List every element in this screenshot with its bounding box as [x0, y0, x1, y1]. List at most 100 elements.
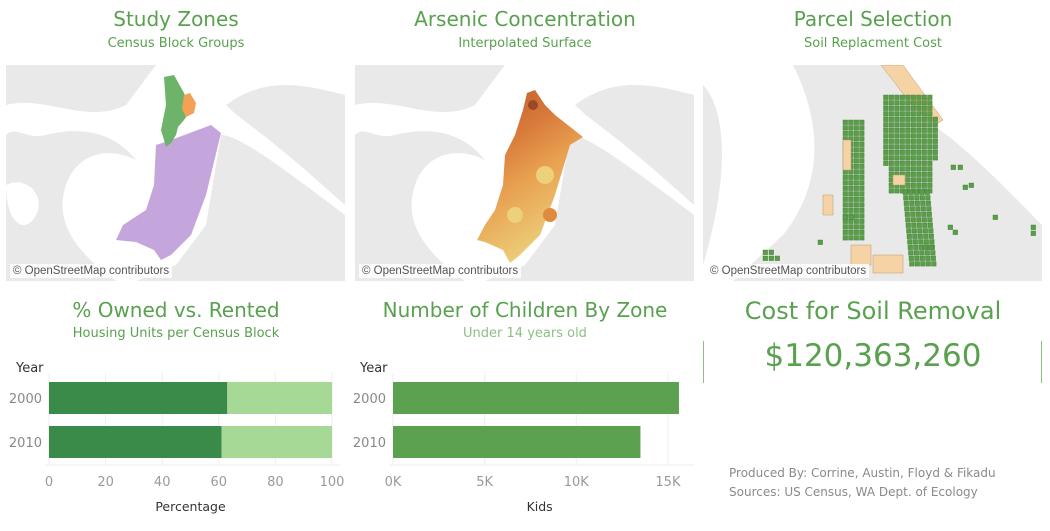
parcel-cell: [916, 171, 922, 177]
arsenic-map-canvas: [355, 65, 694, 281]
parcel-cell: [853, 130, 859, 136]
parcel-cell: [899, 155, 905, 161]
parcel-cell: [957, 164, 963, 170]
parcel-cell: [905, 155, 911, 161]
parcel-cell: [919, 189, 925, 195]
arsenic-patch: [536, 166, 554, 184]
parcel-cell: [921, 111, 927, 117]
map-attribution[interactable]: © OpenStreetMap contributors: [359, 264, 522, 278]
parcel-cell: [932, 144, 938, 150]
parcel-cell: [888, 94, 894, 100]
parcel-cell: [859, 229, 865, 235]
parcel-cell: [905, 149, 911, 155]
parcel-cell: [916, 116, 922, 122]
parcel-cell: [899, 116, 905, 122]
parcel-cell: [918, 239, 924, 245]
parcel-cell: [842, 214, 848, 220]
parcel-cell: [931, 261, 937, 267]
parcel-cell: [932, 138, 938, 144]
parcel-cell: [916, 94, 922, 100]
parcel-cell: [848, 214, 854, 220]
parcel-cell: [853, 202, 859, 208]
parcel-cell: [859, 147, 865, 153]
parcel-cell: [859, 191, 865, 197]
parcel-cell: [899, 133, 905, 139]
parcel-cell: [859, 136, 865, 142]
parcel-cell: [905, 127, 911, 133]
parcel-cell: [927, 138, 933, 144]
parcel-cell: [817, 239, 823, 245]
parcel-cell: [968, 182, 974, 188]
parcel-cell: [842, 207, 848, 213]
arsenic-map[interactable]: © OpenStreetMap contributors: [355, 65, 694, 281]
parcel-cell: [910, 144, 916, 150]
parcel-cell: [908, 195, 914, 201]
parcel-cell: [894, 100, 900, 106]
parcel-cell: [914, 200, 920, 206]
parcel-cell: [909, 261, 915, 267]
parcel-cell: [894, 116, 900, 122]
parcel-cell: [929, 239, 935, 245]
y-tick-label: 2010: [9, 436, 42, 451]
parcel-cell: [910, 211, 916, 217]
parcel-cell: [927, 155, 933, 161]
parcel-cell: [932, 127, 938, 133]
parcel-cell: [928, 233, 934, 239]
parcel-cell: [905, 111, 911, 117]
water-shape: [6, 182, 39, 225]
parcel-cell: [927, 127, 933, 133]
parcel-cell: [894, 133, 900, 139]
parcel-cell: [905, 166, 911, 172]
parcel-cell: [853, 152, 859, 158]
parcel-cell: [916, 166, 922, 172]
parcel-cell: [926, 211, 932, 217]
x-tick-label: 100: [320, 475, 345, 490]
parcel-cell: [848, 180, 854, 186]
arsenic-patch: [543, 208, 557, 222]
bar-rented-2010: [221, 426, 332, 458]
x-tick-label: 40: [154, 475, 171, 490]
parcel-cell: [921, 211, 927, 217]
parcel-cell: [927, 217, 933, 223]
parcel-cell: [859, 180, 865, 186]
map-attribution[interactable]: © OpenStreetMap contributors: [10, 264, 173, 278]
parcel-cell: [905, 100, 911, 106]
parcel-map[interactable]: © OpenStreetMap contributors: [703, 65, 1042, 281]
parcel-cell: [910, 122, 916, 128]
parcel-cell: [905, 105, 911, 111]
parcel-cell: [910, 217, 916, 223]
parcel-title: Parcel Selection: [793, 7, 953, 31]
parcel-cell: [911, 228, 917, 234]
parcel-cell: [921, 177, 927, 183]
bar-2000: [393, 382, 679, 414]
parcel-cell: [921, 171, 927, 177]
parcel-cell: [842, 229, 848, 235]
parcel-cell: [905, 138, 911, 144]
study-zones-map[interactable]: © OpenStreetMap contributors: [6, 65, 345, 281]
parcel-cell: [768, 249, 774, 255]
map-attribution[interactable]: © OpenStreetMap contributors: [707, 264, 870, 278]
parcel-cell: [947, 224, 953, 230]
parcel-cell: [910, 116, 916, 122]
parcel-cell: [905, 171, 911, 177]
parcel-cell: [1030, 224, 1036, 230]
parcel-cell: [883, 111, 889, 117]
x-tick-label: 20: [97, 475, 114, 490]
parcel-cell: [883, 105, 889, 111]
parcel-cell: [888, 188, 894, 194]
parcel-cell: [928, 244, 934, 250]
parcel-cell: [883, 116, 889, 122]
kpi-divider-right: [1041, 341, 1042, 383]
parcel-cell: [932, 116, 938, 122]
parcel-cell: [903, 195, 909, 201]
parcel-cell: [905, 133, 911, 139]
parcel-cell: [913, 244, 919, 250]
parcel-cell: [920, 206, 926, 212]
parcel-cell: [894, 188, 900, 194]
parcel-cell: [920, 261, 926, 267]
parcel-cell: [848, 119, 854, 125]
parcel-cell: [907, 244, 913, 250]
parcel-beige: [850, 244, 872, 266]
parcel-cell: [913, 250, 919, 256]
parcel-cell: [927, 177, 933, 183]
